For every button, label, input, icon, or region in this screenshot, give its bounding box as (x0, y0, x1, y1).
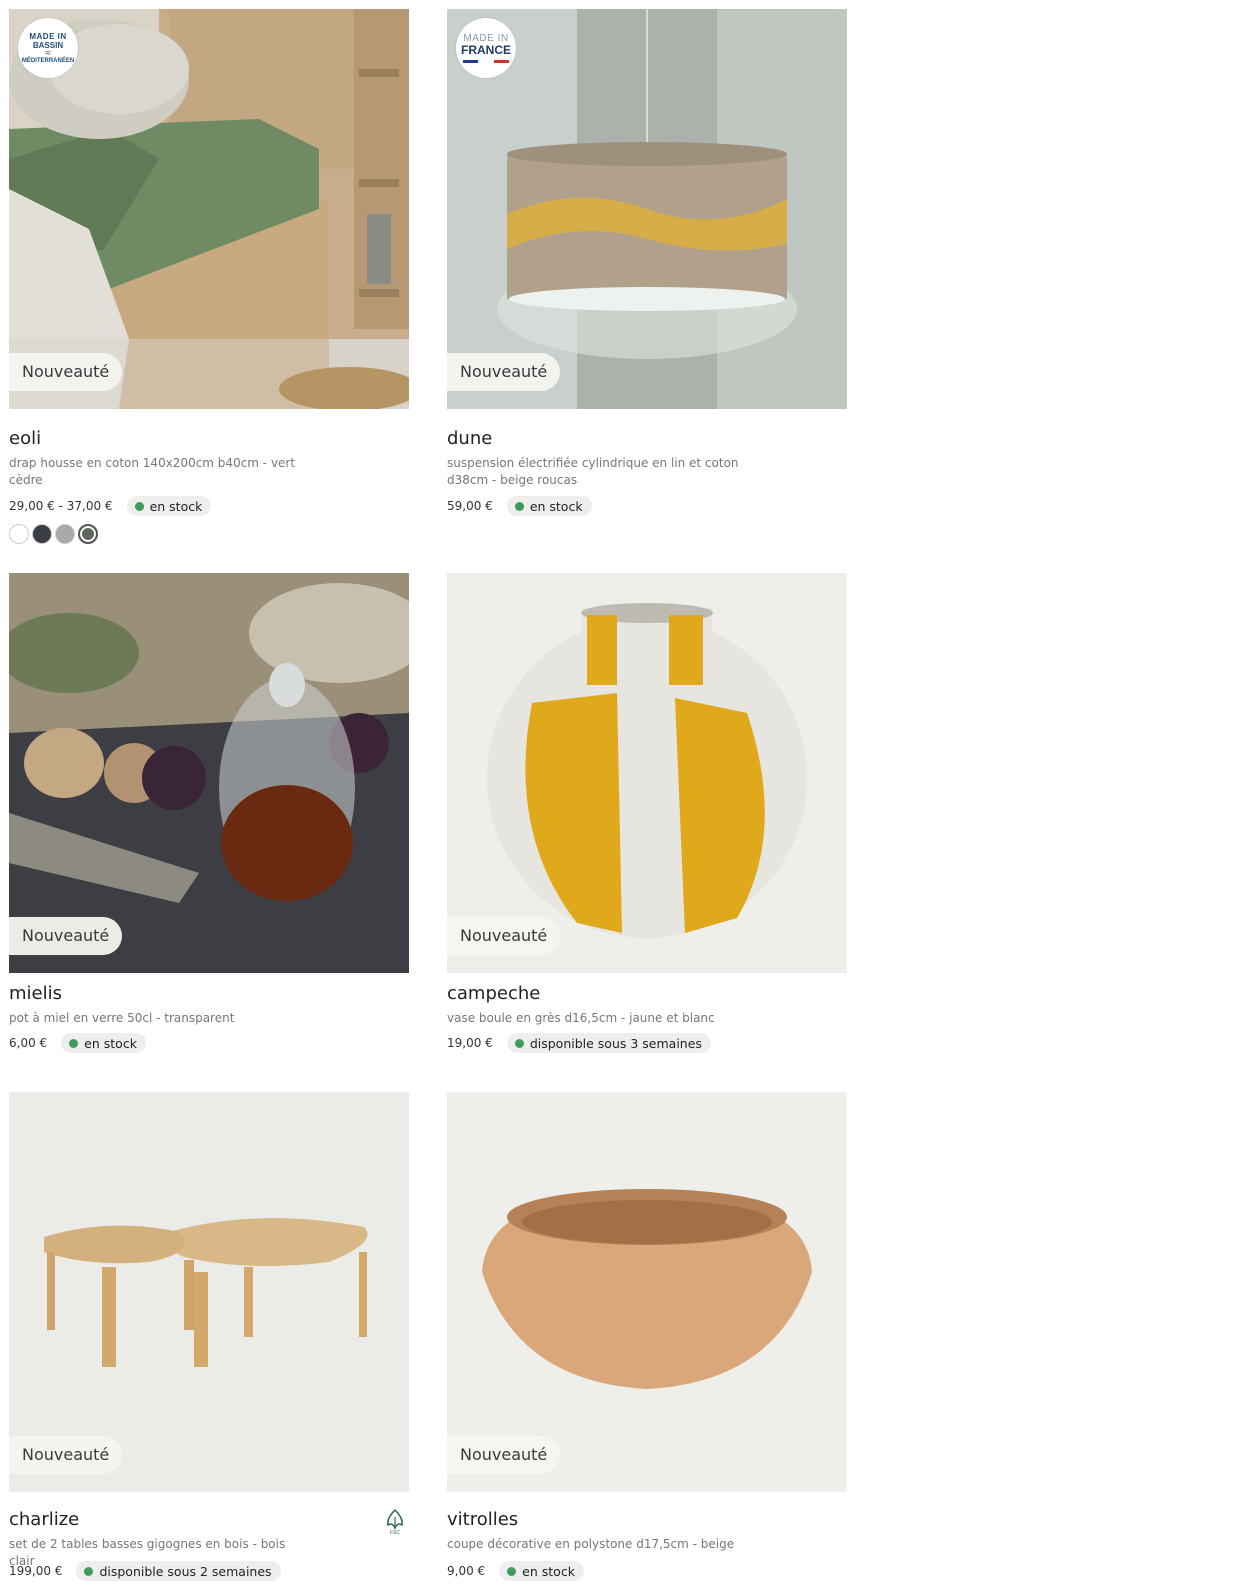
product-image[interactable]: Nouveauté (9, 1092, 409, 1492)
color-swatches (9, 524, 98, 544)
product-description: pot à miel en verre 50cl - transparent (9, 1011, 235, 1025)
stock-badge: en stock (126, 496, 212, 516)
product-card-eoli[interactable]: MADE IN BASSIN ≈ MÉDITERRANÉEN Nouveauté… (9, 9, 409, 544)
product-name[interactable]: mielis (9, 983, 62, 1004)
stock-dot-icon (507, 1566, 517, 1576)
badge-line: FRANCE (461, 42, 511, 57)
product-image[interactable]: Nouveauté (447, 573, 847, 973)
product-name[interactable]: charlize (9, 1509, 79, 1530)
product-card-charlize[interactable]: Nouveauté charlize set de 2 tables basse… (9, 1092, 409, 1581)
badge-line: MADE IN (463, 32, 509, 44)
new-badge: Nouveauté (9, 917, 123, 955)
stock-dot-icon (84, 1566, 94, 1576)
product-image[interactable]: MADE IN FRANCE Nouveauté (447, 9, 847, 409)
stock-dot-icon (514, 501, 524, 511)
stock-label: en stock (149, 498, 203, 514)
coffee-tables-photo (9, 1092, 409, 1492)
made-in-mediterranean-badge: MADE IN BASSIN ≈ MÉDITERRANÉEN (18, 18, 78, 78)
swatch-dark[interactable] (32, 524, 52, 544)
product-card-campeche[interactable]: Nouveauté campeche vase boule en grès d1… (447, 573, 847, 1053)
product-image[interactable]: Nouveauté (9, 573, 409, 973)
waves-icon: ≈ (45, 48, 51, 59)
product-price: 59,00 € (447, 499, 493, 513)
product-card-vitrolles[interactable]: Nouveauté vitrolles coupe décorative en … (447, 1092, 847, 1581)
price-row: 29,00 € - 37,00 € en stock (9, 496, 212, 516)
product-description: suspension électrifiée cylindrique en li… (447, 456, 739, 487)
french-flag-icon (463, 59, 509, 63)
product-price: 9,00 € (447, 1564, 486, 1578)
product-card-dune[interactable]: MADE IN FRANCE Nouveauté dune suspension… (447, 9, 847, 516)
new-badge: Nouveauté (447, 917, 561, 955)
svg-text:FSC: FSC (390, 1530, 400, 1535)
product-name[interactable]: dune (447, 428, 492, 449)
stock-badge: en stock (499, 1561, 584, 1581)
stock-dot-icon (134, 501, 144, 511)
new-badge: Nouveauté (447, 353, 561, 391)
product-description: drap housse en coton 140x200cm b40cm - v… (9, 456, 296, 487)
product-price: 29,00 € - 37,00 € (9, 499, 113, 513)
product-name[interactable]: campeche (447, 983, 540, 1004)
new-badge: Nouveauté (9, 353, 123, 391)
product-price: 19,00 € (447, 1036, 493, 1050)
price-row: 19,00 € disponible sous 3 semaines (447, 1033, 711, 1053)
vase-photo (447, 573, 847, 973)
price-row: 9,00 € en stock (447, 1561, 584, 1581)
product-name[interactable]: vitrolles (447, 1509, 518, 1530)
product-price: 199,00 € (9, 1564, 63, 1578)
honey-pot-photo (9, 573, 409, 973)
stock-label: disponible sous 3 semaines (529, 1035, 702, 1051)
swatch-green-selected[interactable] (78, 524, 98, 544)
stock-label: en stock (84, 1035, 137, 1051)
stock-badge: disponible sous 2 semaines (76, 1561, 281, 1581)
stock-label: en stock (522, 1563, 575, 1579)
swatch-grey[interactable] (55, 524, 75, 544)
product-image[interactable]: Nouveauté (447, 1092, 847, 1492)
product-price: 6,00 € (9, 1036, 48, 1050)
stock-label: disponible sous 2 semaines (99, 1563, 272, 1579)
stock-dot-icon (514, 1038, 524, 1048)
fsc-icon: FSC (387, 1508, 403, 1535)
product-image[interactable]: MADE IN BASSIN ≈ MÉDITERRANÉEN Nouveauté (9, 9, 409, 409)
product-name[interactable]: eoli (9, 428, 41, 449)
badge-line: MÉDITERRANÉEN (21, 58, 75, 64)
price-row: 199,00 € disponible sous 2 semaines (9, 1561, 281, 1581)
product-description: vase boule en grès d16,5cm - jaune et bl… (447, 1011, 715, 1025)
stock-dot-icon (69, 1038, 79, 1048)
new-badge: Nouveauté (447, 1436, 561, 1474)
stock-label: en stock (529, 498, 583, 514)
bowl-photo (447, 1092, 847, 1492)
price-row: 6,00 € en stock (9, 1033, 146, 1053)
swatch-white[interactable] (9, 524, 29, 544)
stock-badge: en stock (506, 496, 592, 516)
product-description: coupe décorative en polystone d17,5cm - … (447, 1537, 735, 1551)
badge-line: MADE IN (29, 32, 67, 41)
product-card-mielis[interactable]: Nouveauté mielis pot à miel en verre 50c… (9, 573, 409, 1053)
price-row: 59,00 € en stock (447, 496, 592, 516)
stock-badge: disponible sous 3 semaines (506, 1033, 711, 1053)
new-badge: Nouveauté (9, 1436, 123, 1474)
made-in-france-badge: MADE IN FRANCE (456, 18, 516, 78)
stock-badge: en stock (61, 1033, 146, 1053)
